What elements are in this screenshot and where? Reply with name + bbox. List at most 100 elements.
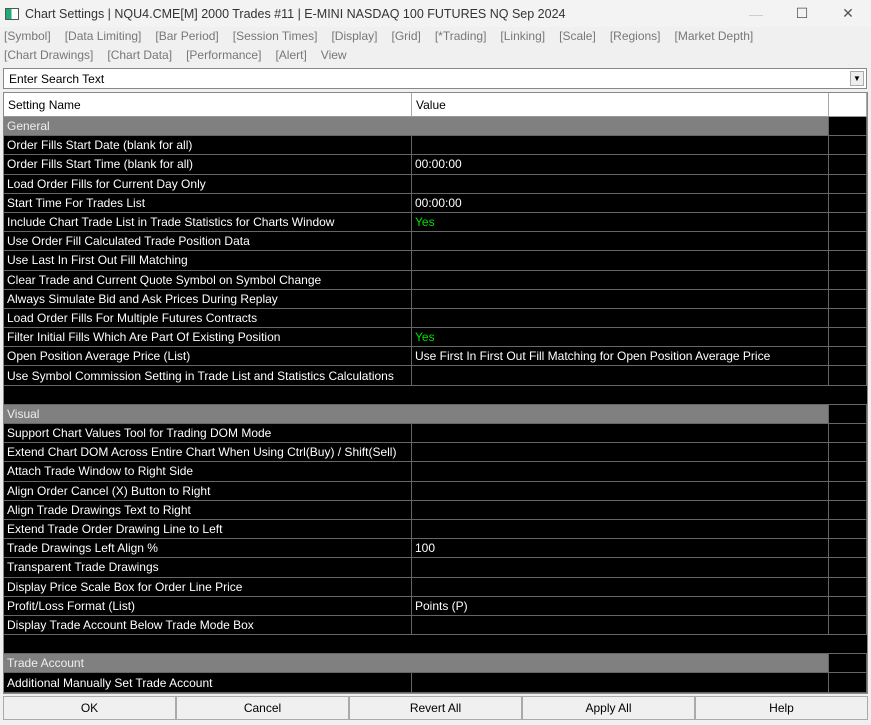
setting-row[interactable]: Order Fills Start Date (blank for all) <box>4 136 867 156</box>
setting-value[interactable] <box>412 519 829 539</box>
settings-tab[interactable]: [Chart Drawings] <box>4 48 93 62</box>
setting-row[interactable]: Use Symbol Commission Setting in Trade L… <box>4 366 867 386</box>
setting-row[interactable]: Support Chart Values Tool for Trading DO… <box>4 424 867 444</box>
setting-name: Use Order Fill Calculated Trade Position… <box>4 232 412 251</box>
setting-row[interactable]: Use Order Fill Calculated Trade Position… <box>4 232 867 252</box>
group-spacer <box>829 117 867 136</box>
setting-row[interactable]: Additional Manually Set Trade Account <box>4 673 867 693</box>
settings-tab[interactable]: [Regions] <box>610 29 661 43</box>
setting-row[interactable]: Use Last In First Out Fill Matching <box>4 251 867 271</box>
setting-row[interactable]: Transparent Trade Drawings <box>4 558 867 578</box>
setting-value[interactable] <box>412 136 829 155</box>
setting-value[interactable]: Yes <box>412 328 829 347</box>
group-title: Trade Account <box>4 654 829 673</box>
setting-name: Order Fills Start Date (blank for all) <box>4 136 412 155</box>
column-header-setting-name[interactable]: Setting Name <box>4 93 412 116</box>
setting-row[interactable]: Extend Chart DOM Across Entire Chart Whe… <box>4 443 867 463</box>
settings-tab[interactable]: [Market Depth] <box>675 29 754 43</box>
setting-row[interactable]: Clear Trade and Current Quote Symbol on … <box>4 270 867 290</box>
setting-row[interactable]: Profit/Loss Format (List) Points (P) <box>4 596 867 616</box>
row-extra-cell <box>829 308 867 328</box>
setting-row[interactable]: Attach Trade Window to Right Side <box>4 462 867 482</box>
setting-row[interactable]: Extend Trade Order Drawing Line to Left <box>4 519 867 540</box>
setting-row[interactable]: Load Order Fills For Multiple Futures Co… <box>4 308 867 329</box>
blank-row <box>4 386 867 405</box>
row-extra-cell <box>829 193 867 212</box>
setting-value[interactable]: 00:00:00 <box>412 155 829 174</box>
close-button[interactable]: ✕ <box>825 0 871 27</box>
settings-tab[interactable]: [Data Limiting] <box>65 29 142 43</box>
row-extra-cell <box>829 174 867 193</box>
setting-value[interactable] <box>412 481 829 500</box>
title-bar: Chart Settings | NQU4.CME[M] 2000 Trades… <box>0 0 871 27</box>
settings-tab[interactable]: [*Trading] <box>435 29 487 43</box>
group-header-visual[interactable]: Visual <box>4 404 867 424</box>
setting-value[interactable] <box>412 251 829 270</box>
setting-value[interactable] <box>412 174 829 193</box>
row-extra-cell <box>829 500 867 519</box>
minimize-button[interactable]: — <box>733 0 779 27</box>
setting-value[interactable]: Points (P) <box>412 596 829 615</box>
column-header-value[interactable]: Value <box>412 93 829 116</box>
settings-tab[interactable]: View <box>321 48 347 62</box>
blank-row <box>4 635 867 655</box>
row-extra-cell <box>829 136 867 155</box>
row-extra-cell <box>829 673 867 692</box>
settings-tab[interactable]: [Performance] <box>186 48 261 62</box>
setting-row[interactable]: Always Simulate Bid and Ask Prices Durin… <box>4 289 867 309</box>
setting-row[interactable]: Align Order Cancel (X) Button to Right <box>4 481 867 501</box>
setting-name: Order Fills Start Time (blank for all) <box>4 155 412 174</box>
apply-all-button[interactable]: Apply All <box>522 696 695 720</box>
help-button[interactable]: Help <box>695 696 868 720</box>
setting-name: Load Order Fills for Current Day Only <box>4 174 412 193</box>
setting-row[interactable]: Filter Initial Fills Which Are Part Of E… <box>4 328 867 348</box>
setting-row[interactable]: Display Trade Account Below Trade Mode B… <box>4 615 867 636</box>
settings-tab[interactable]: [Display] <box>331 29 377 43</box>
setting-value[interactable]: 100 <box>412 539 829 558</box>
setting-row[interactable]: Display Price Scale Box for Order Line P… <box>4 577 867 597</box>
setting-row[interactable]: Open Position Average Price (List) Use Fi… <box>4 347 867 367</box>
setting-value[interactable] <box>412 558 829 577</box>
settings-tab[interactable]: [Alert] <box>275 48 306 62</box>
revert-all-button[interactable]: Revert All <box>349 696 522 720</box>
settings-tab[interactable]: [Linking] <box>500 29 545 43</box>
setting-value[interactable]: Yes <box>412 212 829 232</box>
setting-value[interactable] <box>412 424 829 443</box>
group-header-trade-account[interactable]: Trade Account <box>4 654 867 674</box>
search-input[interactable]: Enter Search Text ▼ <box>3 68 867 89</box>
setting-value[interactable] <box>412 366 829 385</box>
setting-row[interactable]: Include Chart Trade List in Trade Statis… <box>4 212 867 233</box>
setting-value[interactable]: 00:00:00 <box>412 193 829 212</box>
setting-value[interactable] <box>412 615 829 635</box>
setting-row[interactable]: Start Time For Trades List 00:00:00 <box>4 193 867 213</box>
setting-name: Display Trade Account Below Trade Mode B… <box>4 615 412 635</box>
settings-tab[interactable]: [Session Times] <box>233 29 318 43</box>
setting-row[interactable]: Align Trade Drawings Text to Right <box>4 500 867 520</box>
setting-value[interactable] <box>412 270 829 289</box>
setting-value[interactable] <box>412 577 829 596</box>
setting-name: Clear Trade and Current Quote Symbol on … <box>4 270 412 289</box>
setting-row[interactable]: Order Fills Start Time (blank for all) 00… <box>4 155 867 175</box>
settings-tab[interactable]: [Chart Data] <box>107 48 172 62</box>
group-header-general[interactable]: General <box>4 117 867 137</box>
row-extra-cell <box>829 577 867 596</box>
setting-value[interactable]: Use First In First Out Fill Matching for… <box>412 347 829 366</box>
setting-value[interactable] <box>412 232 829 251</box>
setting-value[interactable] <box>412 500 829 519</box>
setting-value[interactable] <box>412 289 829 308</box>
setting-value[interactable] <box>412 462 829 481</box>
dropdown-arrow-icon[interactable]: ▼ <box>850 71 864 86</box>
settings-tab[interactable]: [Scale] <box>559 29 596 43</box>
ok-button[interactable]: OK <box>3 696 176 720</box>
setting-row[interactable]: Trade Drawings Left Align % 100 <box>4 539 867 559</box>
settings-tab[interactable]: [Symbol] <box>4 29 51 43</box>
settings-tab[interactable]: [Grid] <box>391 29 420 43</box>
setting-value[interactable] <box>412 443 829 462</box>
cancel-button[interactable]: Cancel <box>176 696 349 720</box>
setting-value[interactable] <box>412 308 829 328</box>
setting-row[interactable]: Load Order Fills for Current Day Only <box>4 174 867 194</box>
setting-value[interactable] <box>412 673 829 692</box>
setting-name: Additional Manually Set Trade Account <box>4 673 412 692</box>
maximize-button[interactable]: ☐ <box>779 0 825 27</box>
settings-tab[interactable]: [Bar Period] <box>155 29 218 43</box>
